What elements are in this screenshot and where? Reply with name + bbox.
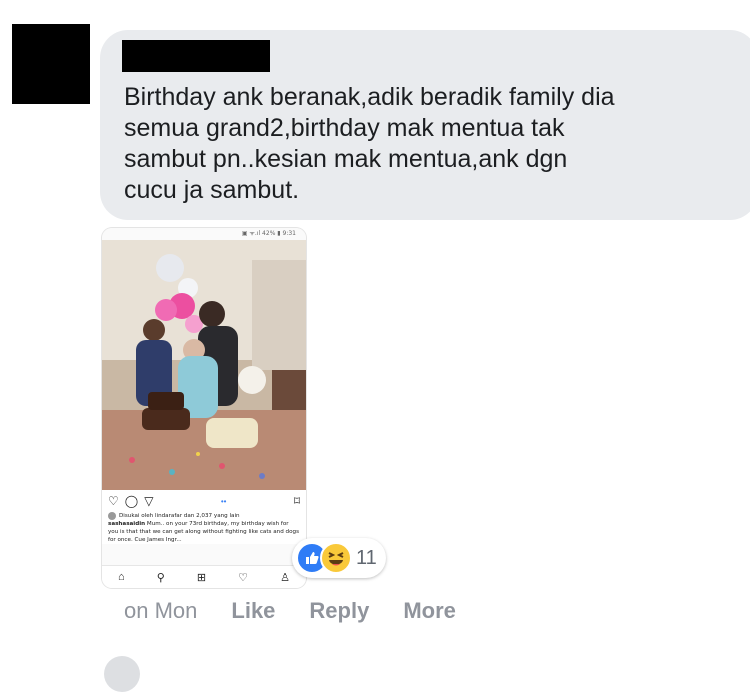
comment-timestamp[interactable]: on Mon	[124, 598, 197, 624]
birthday-photo	[102, 240, 306, 490]
ig-likes-text: Disukai oleh lindarafar dan 2,037 yang l…	[119, 513, 240, 519]
haha-icon	[320, 542, 352, 574]
like-link[interactable]: Like	[231, 598, 275, 624]
ig-caption-user: sashasaidin	[108, 521, 146, 527]
liker-avatar	[108, 512, 116, 520]
commenter-avatar-redacted[interactable]	[12, 24, 90, 104]
ig-action-row: ♡ ◯ ▽ •• ⌑	[102, 490, 306, 512]
comment-icon: ◯	[124, 494, 139, 508]
commenter-name-redacted[interactable]	[122, 40, 270, 72]
heart-icon: ♡	[108, 494, 119, 508]
next-comment-avatar[interactable]	[104, 656, 140, 692]
reply-link[interactable]: Reply	[309, 598, 369, 624]
more-link[interactable]: More	[403, 598, 456, 624]
search-icon: ⚲	[156, 571, 165, 584]
add-post-icon: ⊞	[196, 571, 207, 584]
ig-post-text: Disukai oleh lindarafar dan 2,037 yang l…	[102, 512, 306, 544]
comment-bubble: Birthday ank beranak,adik beradik family…	[100, 30, 750, 220]
phone-status-bar: ▣ ᯤ.ıl 42% ▮ 9:31	[102, 228, 306, 240]
profile-icon: ♙	[280, 571, 290, 584]
reaction-summary[interactable]: 11	[292, 538, 386, 578]
home-icon: ⌂	[118, 571, 125, 583]
comment-text: Birthday ank beranak,adik beradik family…	[124, 83, 615, 204]
carousel-dots-icon: ••	[220, 496, 227, 506]
bookmark-icon: ⌑	[293, 494, 300, 508]
comment-actions: on Mon Like Reply More	[124, 598, 456, 624]
send-icon: ▽	[144, 494, 154, 508]
reaction-count: 11	[356, 547, 377, 569]
ig-bottom-nav: ⌂ ⚲ ⊞ ♡ ♙	[102, 565, 306, 588]
heart-icon: ♡	[238, 571, 249, 584]
comment-image-attachment[interactable]: ▣ ᯤ.ıl 42% ▮ 9:31 ♡ ◯ ▽ •• ⌑ Disukai ole…	[102, 228, 306, 588]
